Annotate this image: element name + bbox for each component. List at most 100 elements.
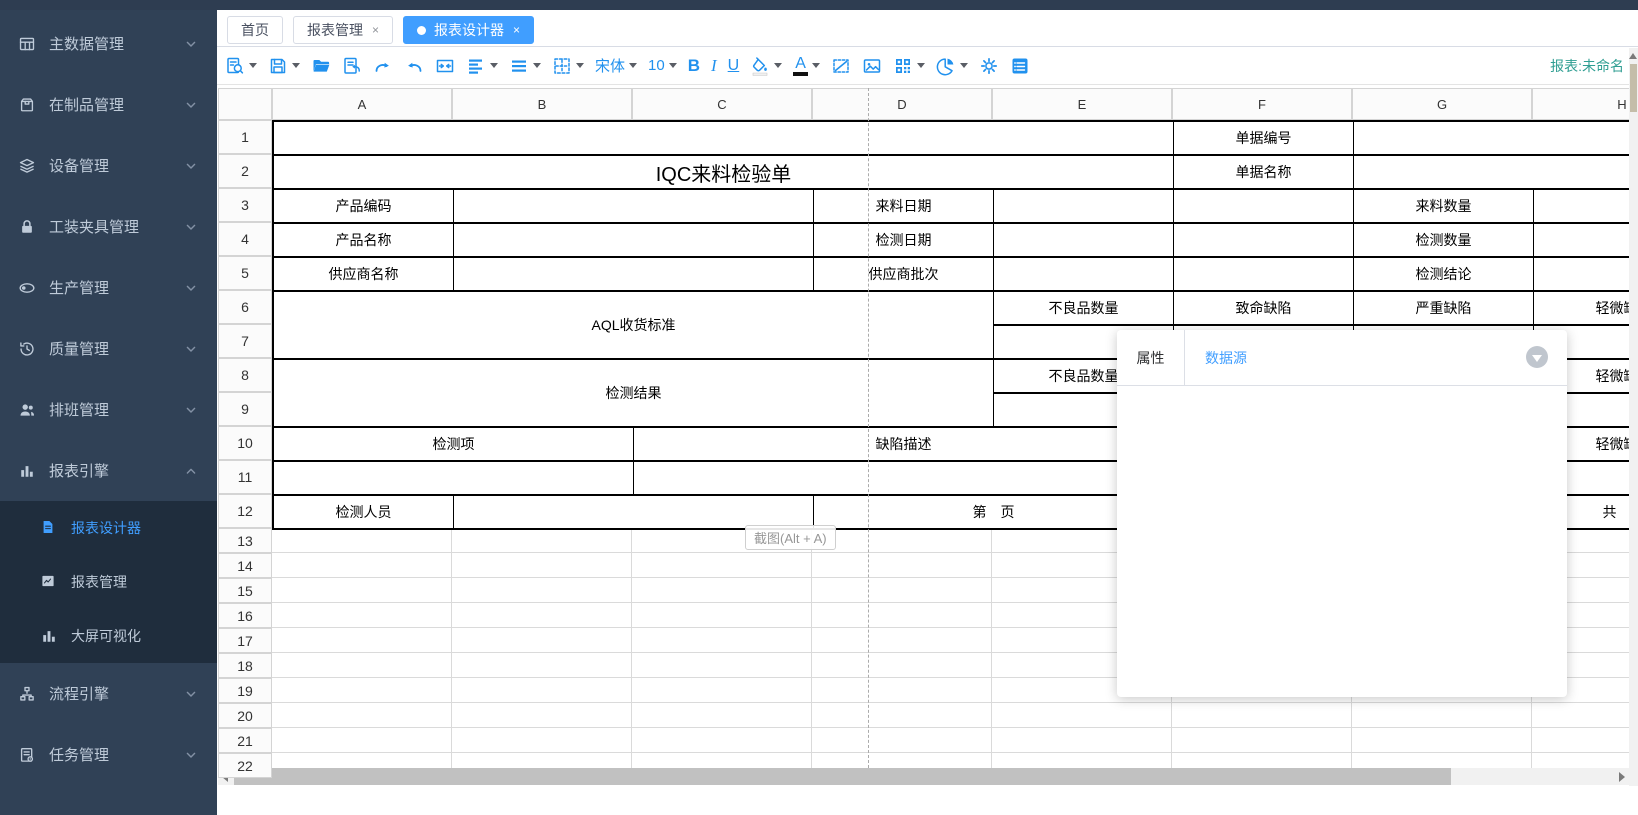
close-icon[interactable]: × [513,24,520,36]
sheet-cell[interactable] [1174,258,1354,292]
sheet-cell[interactable]: 供应商批次 [814,258,994,292]
sidebar-item-1[interactable]: 主数据管理 [0,13,217,74]
clear-cell-icon[interactable] [827,52,855,80]
sidebar-item-4[interactable]: 工装夹具管理 [0,196,217,257]
sheet-cell[interactable] [1354,122,1629,156]
vertical-scrollbar[interactable] [1629,48,1638,786]
sheet-cell[interactable]: 致命缺陷 [1174,292,1354,326]
column-header-F[interactable]: F [1172,88,1352,120]
sheet-cell[interactable]: 检测人员 [274,496,454,530]
sheet-cell[interactable] [1174,224,1354,258]
row-header-14[interactable]: 14 [218,553,272,578]
row-header-13[interactable]: 13 [218,528,272,553]
row-header-6[interactable]: 6 [218,290,272,324]
sheet-cell[interactable] [454,190,814,224]
sheet-cell[interactable] [1354,156,1629,190]
sheet-cell[interactable]: 来料数量 [1354,190,1534,224]
tab-报表设计器[interactable]: 报表设计器× [403,16,534,44]
sheet-cell[interactable] [994,258,1174,292]
font-size-select[interactable]: 10 [644,52,681,80]
row-header-22[interactable]: 22 [218,753,272,778]
sidebar-subitem-报表管理[interactable]: 报表管理 [0,555,217,609]
sheet-cell[interactable] [274,122,1174,156]
row-header-10[interactable]: 10 [218,426,272,460]
sheet-cell[interactable]: 检测日期 [814,224,994,258]
pie-chart-icon[interactable] [932,52,972,80]
horizontal-scrollbar-thumb[interactable] [234,768,1451,785]
column-header-E[interactable]: E [992,88,1172,120]
row-header-5[interactable]: 5 [218,256,272,290]
row-header-7[interactable]: 7 [218,324,272,358]
sheet-cell[interactable]: 轻微缺陷 [1534,292,1629,326]
panel-collapse-button[interactable] [1526,346,1548,368]
sheet-cell[interactable] [634,462,1174,496]
scroll-right-arrow-icon[interactable] [1619,772,1625,782]
close-icon[interactable]: × [372,24,379,36]
sheet-cell[interactable]: 产品名称 [274,224,454,258]
sheet-cell[interactable]: 检测数量 [1354,224,1534,258]
row-header-20[interactable]: 20 [218,703,272,728]
sidebar-subitem-大屏可视化[interactable]: 大屏可视化 [0,609,217,663]
row-header-1[interactable]: 1 [218,120,272,154]
sidebar-item-9[interactable]: 流程引擎 [0,663,217,724]
sheet-cell[interactable]: 缺陷描述 [634,428,1174,462]
line-height-icon[interactable] [505,52,545,80]
sheet-cell[interactable] [1534,224,1629,258]
sidebar-item-6[interactable]: 质量管理 [0,318,217,379]
row-header-18[interactable]: 18 [218,653,272,678]
row-header-2[interactable]: 2 [218,154,272,188]
sidebar-item-3[interactable]: 设备管理 [0,135,217,196]
horizontal-scrollbar[interactable] [218,768,1629,785]
sheet-cell[interactable]: 单据编号 [1174,122,1354,156]
sheet-cell[interactable]: 供应商名称 [274,258,454,292]
sidebar-item-8[interactable]: 报表引擎 [0,440,217,501]
column-header-G[interactable]: G [1352,88,1532,120]
sheet-cell[interactable] [994,224,1174,258]
row-header-4[interactable]: 4 [218,222,272,256]
fill-color-icon[interactable] [746,52,786,80]
row-header-21[interactable]: 21 [218,728,272,753]
sidebar-item-5[interactable]: 生产管理 [0,257,217,318]
vertical-scrollbar-thumb[interactable] [1630,64,1637,112]
row-header-16[interactable]: 16 [218,603,272,628]
tab-报表管理[interactable]: 报表管理× [293,16,393,44]
qrcode-icon[interactable] [889,52,929,80]
preview-icon[interactable] [221,52,261,80]
export-icon[interactable] [338,52,366,80]
row-header-8[interactable]: 8 [218,358,272,392]
gear-icon[interactable] [975,52,1003,80]
sheet-cell[interactable]: 不良品数量 [994,292,1174,326]
open-folder-icon[interactable] [307,52,335,80]
tab-properties[interactable]: 属性 [1117,330,1185,385]
font-family-select[interactable]: 宋体 [591,52,641,80]
image-icon[interactable] [858,52,886,80]
sheet-cell[interactable]: 严重缺陷 [1354,292,1534,326]
sheet-cell[interactable] [454,258,814,292]
tab-首页[interactable]: 首页 [227,16,283,44]
row-header-17[interactable]: 17 [218,628,272,653]
align-left-icon[interactable] [462,52,502,80]
redo-icon[interactable] [369,52,397,80]
sheet-cell[interactable] [1534,258,1629,292]
spreadsheet-canvas[interactable]: 单据编号IQC来料检验单单据名称产品编码来料日期来料数量产品名称检测日期检测数量… [218,85,1629,815]
border-icon[interactable] [548,52,588,80]
sheet-cell[interactable]: 检测结果 [274,360,994,428]
sheet-cell[interactable]: 检测结论 [1354,258,1534,292]
sheet-cell[interactable]: IQC来料检验单 [274,156,1174,190]
sheet-cell[interactable] [1534,190,1629,224]
row-header-3[interactable]: 3 [218,188,272,222]
sheet-corner-cell[interactable] [218,88,272,120]
save-icon[interactable] [264,52,304,80]
sheet-cell[interactable]: 单据名称 [1174,156,1354,190]
undo-icon[interactable] [400,52,428,80]
sheet-cell[interactable] [274,462,634,496]
column-header-A[interactable]: A [272,88,452,120]
sidebar-item-2[interactable]: 在制品管理 [0,74,217,135]
row-header-15[interactable]: 15 [218,578,272,603]
sidebar-subitem-报表设计器[interactable]: 报表设计器 [0,501,217,555]
font-color-button[interactable]: A [789,52,824,80]
bold-button[interactable]: B [684,52,704,80]
sheet-cell[interactable]: AQL收货标准 [274,292,994,360]
column-header-H[interactable]: H [1532,88,1629,120]
underline-button[interactable]: U [724,52,744,80]
